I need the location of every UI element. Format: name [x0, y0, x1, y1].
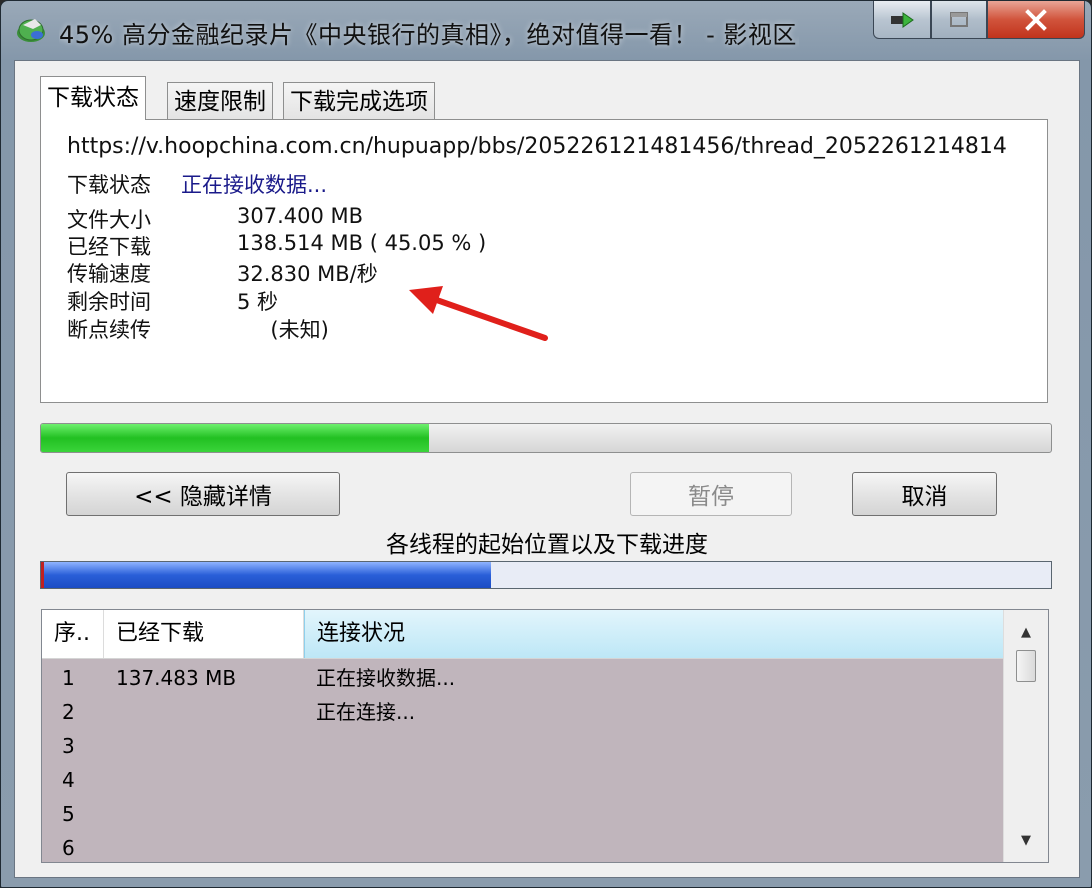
- caption-buttons: [873, 1, 1085, 41]
- tab-completion-options[interactable]: 下载完成选项: [283, 82, 435, 120]
- row-index: 3: [62, 734, 75, 758]
- file-size-value: 307.400 MB: [237, 204, 364, 228]
- row-index: 6: [62, 836, 75, 860]
- download-window: 45% 高分金融纪录片《中央银行的真相》，绝对值得一看！ - 影视区.. 下载状…: [0, 0, 1092, 888]
- table-row[interactable]: 2 正在连接...: [42, 695, 1004, 729]
- minimize-button[interactable]: [873, 1, 931, 39]
- pause-button[interactable]: 暂停: [630, 472, 792, 516]
- scroll-up-arrow-icon[interactable]: ▲: [1004, 614, 1048, 650]
- thread-progress-fill: [41, 562, 492, 588]
- col-header-index[interactable]: 序..: [42, 610, 104, 658]
- downloaded-label: 已经下载: [67, 235, 151, 259]
- row-downloaded: 137.483 MB: [116, 666, 237, 690]
- thread-list-scrollbar[interactable]: ▲ ▼: [1003, 610, 1048, 862]
- client-area: 下载状态 速度限制 下载完成选项 https://v.hoopchina.com…: [14, 60, 1080, 878]
- downloaded-value: 138.514 MB ( 45.05 % ): [237, 231, 487, 255]
- tab-download-status[interactable]: 下载状态: [40, 76, 146, 120]
- row-index: 1: [62, 666, 75, 690]
- minimize-icon: [891, 11, 914, 28]
- overall-progress-fill: [41, 424, 430, 452]
- table-row[interactable]: 5: [42, 797, 1004, 831]
- col-header-downloaded[interactable]: 已经下载: [104, 610, 304, 658]
- remaining-time-label: 剩余时间: [67, 290, 151, 314]
- col-header-connection-status[interactable]: 连接状况: [304, 610, 1004, 658]
- scroll-thumb[interactable]: [1016, 650, 1036, 682]
- cancel-button[interactable]: 取消: [852, 472, 997, 516]
- transfer-speed-value: 32.830 MB/秒: [237, 262, 378, 286]
- transfer-speed-label: 传输速度: [67, 262, 151, 286]
- row-index: 4: [62, 768, 75, 792]
- row-index: 5: [62, 802, 75, 826]
- maximize-icon: [950, 11, 968, 27]
- overall-progress-bar: [40, 423, 1052, 453]
- status-label: 下载状态: [67, 173, 151, 197]
- thread-start-marker: [41, 562, 44, 588]
- close-button[interactable]: [987, 1, 1085, 39]
- table-row[interactable]: 3: [42, 729, 1004, 763]
- scroll-down-arrow-icon[interactable]: ▼: [1004, 822, 1048, 858]
- download-status-panel: https://v.hoopchina.com.cn/hupuapp/bbs/2…: [40, 119, 1048, 403]
- resume-label: 断点续传: [67, 318, 151, 342]
- file-size-label: 文件大小: [67, 208, 151, 232]
- table-row[interactable]: 1 137.483 MB 正在接收数据...: [42, 661, 1004, 695]
- table-row[interactable]: 4: [42, 763, 1004, 797]
- tab-speed-limit[interactable]: 速度限制: [167, 82, 273, 120]
- download-url: https://v.hoopchina.com.cn/hupuapp/bbs/2…: [67, 134, 1007, 159]
- title-bar[interactable]: 45% 高分金融纪录片《中央银行的真相》，绝对值得一看！ - 影视区..: [1, 1, 1091, 57]
- thread-progress-bar: [40, 561, 1052, 589]
- hide-details-button[interactable]: << 隐藏详情: [66, 472, 340, 516]
- threads-caption: 各线程的起始位置以及下载进度: [386, 532, 708, 558]
- row-status: 正在连接...: [316, 700, 416, 724]
- table-row[interactable]: 6: [42, 831, 1004, 862]
- annotation-arrow-icon: [409, 286, 548, 341]
- window-title: 45% 高分金融纪录片《中央银行的真相》，绝对值得一看！ - 影视区..: [59, 21, 799, 49]
- globe-download-icon: [17, 19, 45, 42]
- row-index: 2: [62, 700, 75, 724]
- row-status: 正在接收数据...: [316, 666, 456, 690]
- maximize-button[interactable]: [931, 1, 987, 39]
- thread-list-header: 序.. 已经下载 连接状况: [42, 610, 1004, 659]
- remaining-time-value: 5 秒: [237, 290, 279, 314]
- status-value: 正在接收数据...: [181, 173, 328, 197]
- close-icon: [1025, 8, 1047, 31]
- thread-list[interactable]: 序.. 已经下载 连接状况 1 137.483 MB 正在接收数据... 2 正…: [41, 609, 1049, 863]
- resume-value: (未知): [237, 318, 329, 342]
